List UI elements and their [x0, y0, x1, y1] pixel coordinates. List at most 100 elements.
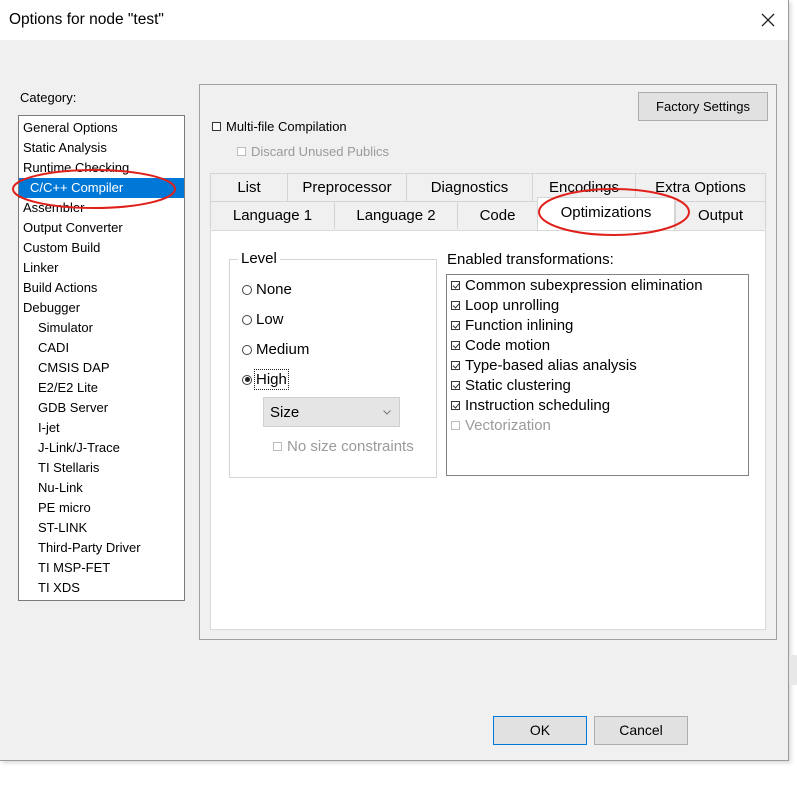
title-bar: Options for node "test": [0, 0, 788, 40]
category-item[interactable]: CADI: [19, 338, 184, 358]
category-item[interactable]: Assembler: [19, 198, 184, 218]
category-item-label: ST-LINK: [38, 520, 88, 535]
close-icon: [761, 13, 775, 27]
transformation-checkbox[interactable]: Loop unrolling: [451, 297, 559, 314]
category-item-label: Linker: [23, 260, 59, 275]
category-item[interactable]: Simulator: [19, 318, 184, 338]
category-item-label: Build Actions: [23, 280, 98, 295]
category-item-label: GDB Server: [38, 400, 109, 415]
close-button[interactable]: [752, 4, 784, 36]
category-item[interactable]: E2/E2 Lite: [19, 378, 184, 398]
no-size-constraints-checkbox: No size constraints: [273, 438, 414, 455]
checkbox-box[interactable]: [451, 281, 460, 290]
transformation-label: Function inlining: [465, 317, 574, 334]
transformation-label: Code motion: [465, 337, 551, 354]
category-item[interactable]: Custom Build: [19, 238, 184, 258]
checkbox-box[interactable]: [451, 321, 460, 330]
category-item[interactable]: GDB Server: [19, 398, 184, 418]
checkbox-box: [273, 442, 282, 451]
tab-diagnostics[interactable]: Diagnostics: [406, 173, 532, 201]
category-item[interactable]: TI MSP-FET: [19, 558, 184, 578]
radio-button[interactable]: [242, 374, 252, 385]
category-item[interactable]: Linker: [19, 258, 184, 278]
category-item[interactable]: General Options: [19, 118, 184, 138]
category-item[interactable]: TI XDS: [19, 578, 184, 598]
transformation-label: Vectorization: [465, 417, 551, 434]
category-item[interactable]: CMSIS DAP: [19, 358, 184, 378]
tab-language-2[interactable]: Language 2: [334, 201, 457, 229]
radio-button[interactable]: [242, 314, 252, 325]
checkbox-box[interactable]: [451, 361, 460, 370]
category-item-label: General Options: [23, 120, 118, 135]
category-item[interactable]: ST-LINK: [19, 518, 184, 538]
level-legend: Level: [238, 250, 280, 267]
category-item-label: CMSIS DAP: [38, 360, 110, 375]
category-item-label: C/C++ Compiler: [30, 180, 124, 195]
transformation-checkbox[interactable]: Instruction scheduling: [451, 397, 610, 414]
transformation-label: Type-based alias analysis: [465, 357, 637, 374]
category-item[interactable]: Debugger: [19, 298, 184, 318]
category-item[interactable]: Static Analysis: [19, 138, 184, 158]
transformation-label: Loop unrolling: [465, 297, 560, 314]
options-dialog: Options for node "test" Category: Genera…: [0, 0, 789, 761]
checkbox-box[interactable]: [451, 401, 460, 410]
transformation-checkbox[interactable]: Code motion: [451, 337, 550, 354]
category-item[interactable]: I-jet: [19, 418, 184, 438]
level-high-label: High: [254, 369, 289, 390]
tab-output[interactable]: Output: [675, 201, 766, 229]
transformation-label: Instruction scheduling: [465, 397, 611, 414]
category-item-label: E2/E2 Lite: [38, 380, 98, 395]
radio-button[interactable]: [242, 344, 252, 355]
category-item[interactable]: Nu-Link: [19, 478, 184, 498]
category-item-label: Debugger: [23, 300, 81, 315]
level-radio-none[interactable]: None: [242, 281, 292, 298]
category-item[interactable]: PE micro: [19, 498, 184, 518]
tab-preprocessor[interactable]: Preprocessor: [287, 173, 406, 201]
category-list[interactable]: General Options Static Analysis Runtime Ch…: [18, 115, 185, 601]
category-item[interactable]: C/C++ Compiler: [19, 178, 184, 198]
category-item[interactable]: Build Actions: [19, 278, 184, 298]
level-none-label: None: [256, 281, 292, 298]
factory-settings-button[interactable]: Factory Settings: [638, 92, 768, 121]
tab-language-1[interactable]: Language 1: [210, 201, 334, 229]
level-radio-low[interactable]: Low: [242, 311, 284, 328]
checkbox-box[interactable]: [212, 122, 221, 131]
transformation-checkbox[interactable]: Common subexpression elimination: [451, 277, 703, 294]
category-item[interactable]: J-Link/J-Trace: [19, 438, 184, 458]
category-item-label: Runtime Checking: [23, 160, 130, 175]
transformation-checkbox[interactable]: Static clustering: [451, 377, 571, 394]
chevron-down-icon: [383, 410, 391, 415]
tab-optimizations[interactable]: Optimizations: [537, 197, 675, 230]
tab-list[interactable]: List: [210, 173, 287, 201]
category-item[interactable]: Runtime Checking: [19, 158, 184, 178]
transformations-list[interactable]: Common subexpression elimination Loop unr…: [446, 274, 749, 476]
ok-button[interactable]: OK: [493, 716, 587, 745]
cancel-button[interactable]: Cancel: [594, 716, 688, 745]
category-item-label: Simulator: [38, 320, 93, 335]
optimization-goal-select[interactable]: Size: [263, 397, 400, 427]
dialog-title: Options for node "test": [9, 11, 164, 28]
multifile-compilation-label: Multi-file Compilation: [226, 119, 347, 134]
category-item-label: TI MSP-FET: [38, 560, 111, 575]
level-radio-medium[interactable]: Medium: [242, 341, 309, 358]
category-item-label: TI Stellaris: [38, 460, 100, 475]
category-item[interactable]: Third-Party Driver: [19, 538, 184, 558]
category-item[interactable]: TI Stellaris: [19, 458, 184, 478]
tab-code[interactable]: Code: [457, 201, 537, 229]
category-item-label: Static Analysis: [23, 140, 107, 155]
checkbox-box[interactable]: [451, 381, 460, 390]
no-size-constraints-label: No size constraints: [287, 438, 414, 455]
level-medium-label: Medium: [256, 341, 310, 358]
radio-button[interactable]: [242, 284, 252, 295]
checkbox-box[interactable]: [451, 341, 460, 350]
category-item-label: Nu-Link: [38, 480, 83, 495]
level-radio-high[interactable]: High: [242, 369, 289, 390]
transformation-label: Common subexpression elimination: [465, 277, 703, 294]
transformation-checkbox[interactable]: Function inlining: [451, 317, 573, 334]
checkbox-box: [237, 147, 246, 156]
checkbox-box[interactable]: [451, 301, 460, 310]
multifile-compilation-checkbox[interactable]: Multi-file Compilation: [212, 119, 347, 134]
select-value: Size: [270, 404, 300, 421]
transformation-checkbox[interactable]: Type-based alias analysis: [451, 357, 637, 374]
category-item[interactable]: Output Converter: [19, 218, 184, 238]
